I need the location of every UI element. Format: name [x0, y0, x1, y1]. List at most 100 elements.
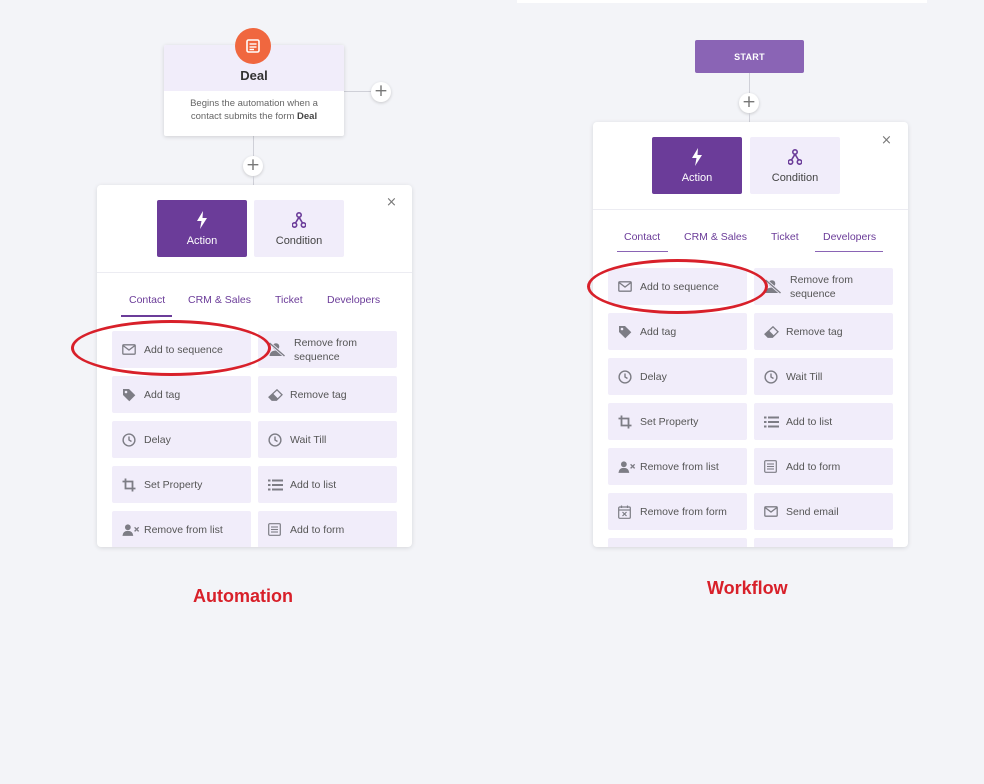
clock-icon — [268, 432, 286, 447]
tab-crm-sales[interactable]: CRM & Sales — [684, 231, 747, 243]
option-label: Add to form — [290, 523, 345, 536]
tab-ticket[interactable]: Ticket — [275, 294, 303, 306]
option-wait-till[interactable]: Wait Till — [258, 421, 397, 458]
tab-contact[interactable]: Contact — [129, 294, 165, 306]
condition-label: Condition — [771, 172, 819, 184]
option-label: Remove tag — [786, 325, 843, 338]
connector-line — [253, 136, 254, 156]
deal-description: Begins the automation when a contact sub… — [164, 91, 344, 123]
condition-label: Condition — [275, 235, 323, 247]
option-add-tag[interactable]: Add tag — [112, 376, 251, 413]
option-label: Add to list — [786, 415, 833, 428]
option-label: Remove from form — [640, 505, 727, 518]
tab-ticket[interactable]: Ticket — [771, 231, 799, 243]
option-delay[interactable]: Delay — [112, 421, 251, 458]
option-remove-from-sequence[interactable]: Remove from sequence — [754, 268, 893, 305]
add-step-button[interactable]: + — [243, 156, 263, 176]
option-remove-from-list[interactable]: Remove from list — [608, 448, 747, 485]
option-add-to-form[interactable]: Add to form — [258, 511, 397, 547]
option-remove-from-list[interactable]: Remove from list — [112, 511, 251, 547]
form-icon — [268, 523, 286, 536]
option-add-to-form[interactable]: Add to form — [754, 448, 893, 485]
option-label: Wait Till — [290, 433, 327, 446]
option-label: Add tag — [144, 388, 181, 401]
divider — [97, 272, 412, 273]
highlight-ellipse — [587, 259, 768, 314]
condition-type-button[interactable]: Condition — [254, 200, 344, 257]
list-icon — [268, 479, 286, 491]
option-placeholder[interactable] — [608, 538, 747, 547]
crop-icon — [618, 415, 636, 429]
action-label: Action — [681, 172, 713, 184]
option-label: Remove from list — [144, 523, 223, 536]
start-node[interactable]: START — [695, 40, 804, 73]
option-label: Remove from sequence — [294, 336, 358, 363]
eraser-icon — [764, 325, 782, 338]
option-delay[interactable]: Delay — [608, 358, 747, 395]
connector-line — [749, 113, 750, 122]
option-remove-tag[interactable]: Remove tag — [258, 376, 397, 413]
option-label: Send email — [786, 505, 839, 518]
option-label: Wait Till — [786, 370, 823, 383]
option-add-to-list[interactable]: Add to list — [258, 466, 397, 503]
top-bar-strip — [517, 0, 927, 3]
caption-workflow: Workflow — [707, 578, 788, 598]
list-icon — [764, 416, 782, 428]
highlight-ellipse — [71, 320, 271, 376]
action-type-button[interactable]: Action — [652, 137, 742, 194]
option-add-tag[interactable]: Add tag — [608, 313, 747, 350]
option-label: Add to list — [290, 478, 337, 491]
close-icon[interactable]: × — [881, 133, 892, 148]
option-label: Add to form — [786, 460, 841, 473]
tag-icon — [618, 325, 636, 339]
branch-icon — [292, 210, 306, 230]
option-label: Set Property — [640, 415, 699, 428]
caption-automation: Automation — [193, 586, 293, 606]
tab-underline-contact — [617, 251, 668, 252]
option-send-email[interactable]: Send email — [754, 493, 893, 530]
action-type-button[interactable]: Action — [157, 200, 247, 257]
close-icon[interactable]: × — [386, 195, 397, 210]
option-label: Add tag — [640, 325, 677, 338]
option-remove-tag[interactable]: Remove tag — [754, 313, 893, 350]
clock-icon — [618, 369, 636, 384]
tab-underline-developers — [815, 251, 883, 252]
option-placeholder[interactable] — [754, 538, 893, 547]
branch-icon — [788, 147, 802, 167]
user-x-icon — [122, 523, 140, 537]
crop-icon — [122, 478, 140, 492]
workflow-action-panel: × Action Condition Contact CRM & Sales T… — [593, 122, 908, 547]
connector-line — [749, 73, 750, 93]
option-label: Remove from sequence — [790, 273, 854, 300]
tab-developers[interactable]: Developers — [327, 294, 380, 306]
divider — [593, 209, 908, 210]
form-icon — [764, 460, 782, 473]
tab-contact[interactable]: Contact — [624, 231, 660, 243]
clock-icon — [122, 432, 140, 447]
lightning-icon — [196, 210, 208, 230]
deal-form-name: Deal — [297, 111, 318, 122]
envelope-icon — [764, 506, 782, 517]
deal-trigger-node[interactable]: Deal Begins the automation when a contac… — [164, 28, 344, 136]
tag-icon — [122, 388, 140, 402]
connector-line — [344, 91, 371, 92]
tab-crm-sales[interactable]: CRM & Sales — [188, 294, 251, 306]
option-label: Delay — [640, 370, 667, 383]
add-branch-button[interactable]: + — [371, 82, 391, 102]
option-label: Remove from list — [640, 460, 719, 473]
option-remove-from-form[interactable]: Remove from form — [608, 493, 747, 530]
condition-type-button[interactable]: Condition — [750, 137, 840, 194]
active-tab-indicator — [121, 315, 172, 317]
option-wait-till[interactable]: Wait Till — [754, 358, 893, 395]
calendar-x-icon — [618, 505, 636, 519]
add-step-button[interactable]: + — [739, 93, 759, 113]
option-add-to-list[interactable]: Add to list — [754, 403, 893, 440]
option-set-property[interactable]: Set Property — [112, 466, 251, 503]
option-set-property[interactable]: Set Property — [608, 403, 747, 440]
option-label: Remove tag — [290, 388, 347, 401]
tab-developers[interactable]: Developers — [823, 231, 876, 243]
option-label: Set Property — [144, 478, 203, 491]
option-remove-from-sequence[interactable]: Remove from sequence — [258, 331, 397, 368]
lightning-icon — [691, 147, 703, 167]
form-icon — [235, 28, 271, 64]
